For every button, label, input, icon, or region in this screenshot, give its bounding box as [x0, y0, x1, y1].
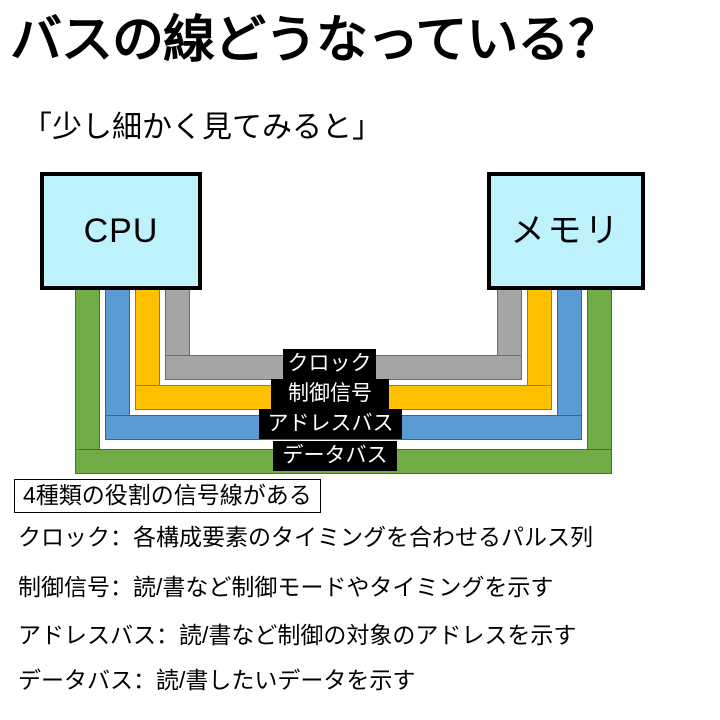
bus-data-bus-left-leg [75, 286, 100, 474]
note-line-address-bus: アドレスバス：読/書など制御の対象のアドレスを示す [18, 622, 577, 648]
cpu-block: CPU [40, 172, 202, 290]
bus-label-clock: クロック [283, 349, 376, 380]
memory-label: メモリ [510, 212, 622, 250]
notes-headline: 4種類の役割の信号線がある [14, 479, 321, 514]
bus-diagram: CPU メモリ クロック 制御信号 アドレスバス データバス [0, 160, 720, 480]
memory-block: メモリ [487, 172, 645, 290]
note-line-clock: クロック：各構成要素のタイミングを合わせるパルス列 [18, 524, 593, 550]
bus-label-address-bus: アドレスバス [259, 409, 402, 440]
page-subtitle: 「少し細かく見てみると」 [22, 111, 382, 144]
note-line-data-bus: データバス：読/書したいデータを示す [18, 667, 416, 693]
bus-label-data-bus: データバス [273, 441, 397, 472]
bus-data-bus-right-leg [587, 286, 612, 474]
page-title: バスの線どうなっている？ [10, 11, 620, 68]
cpu-label: CPU [83, 212, 159, 250]
note-line-control-signal: 制御信号：読/書など制御モードやタイミングを示す [18, 574, 554, 600]
bus-label-control-signal: 制御信号 [271, 379, 389, 410]
